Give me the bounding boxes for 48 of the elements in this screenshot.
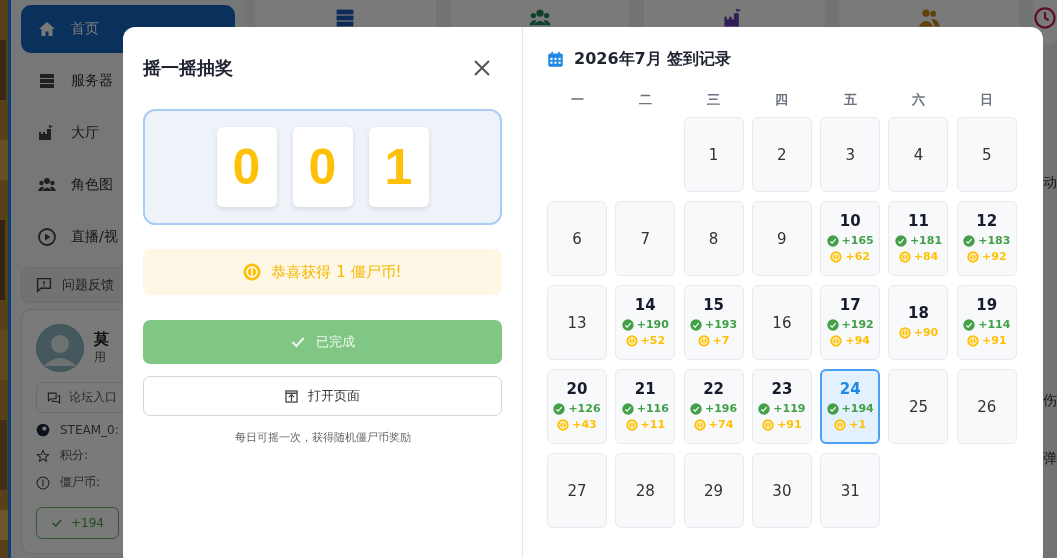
coins-reward: +52: [625, 333, 666, 349]
checkin-badge: +194: [36, 507, 119, 539]
points-label: 积分:: [60, 447, 89, 464]
coins-reward: +91: [762, 417, 802, 433]
points-reward: +190: [621, 317, 669, 333]
weekday-label: 二: [637, 91, 653, 108]
coins-label: 僵尸币:: [60, 474, 101, 491]
text-fragment: 弹: [1043, 450, 1057, 468]
coins-reward: +91: [967, 333, 1007, 349]
calendar-title: 2026年7月 签到记录: [574, 48, 732, 70]
coins-reward: +1: [834, 417, 867, 433]
points-reward: +183: [963, 233, 1011, 249]
weekday-label: 日: [979, 91, 995, 108]
hint-text: 每日可摇一次，获得随机僵尸币奖励: [233, 430, 412, 445]
points-reward: +196: [690, 401, 738, 417]
user-role: 用: [94, 349, 107, 366]
coins-reward: +43: [557, 417, 597, 433]
slot-digit: 0: [292, 127, 353, 207]
weekday-label: 六: [911, 91, 926, 108]
coins-reward: +84: [898, 249, 939, 265]
coins-reward: +74: [693, 417, 734, 433]
text-fragment: 伤: [1043, 392, 1057, 410]
weekday-label: 五: [842, 91, 858, 108]
coins-reward: +11: [625, 417, 666, 433]
points-reward: +193: [690, 317, 738, 333]
coins-reward: +7: [697, 333, 730, 349]
weekday-label: 四: [774, 91, 790, 108]
points-reward: +194: [826, 401, 874, 417]
points-reward: +165: [826, 233, 874, 249]
weekday-label: 三: [706, 91, 722, 108]
coins-reward: +94: [830, 333, 870, 349]
weekday-label: 一: [569, 91, 585, 108]
coins-reward: +90: [898, 325, 939, 341]
points-reward: +116: [621, 401, 669, 417]
points-reward: +119: [758, 401, 806, 417]
text-fragment: 动: [1043, 174, 1057, 192]
slot-digit: 1: [368, 127, 429, 207]
coins-reward: +92: [967, 249, 1007, 265]
points-reward: +114: [963, 317, 1011, 333]
points-reward: +192: [826, 317, 874, 333]
slot-digit: 0: [216, 127, 277, 207]
user-name: 莫: [94, 330, 109, 349]
steam-id: STEAM_0:: [60, 423, 119, 437]
points-reward: +181: [894, 233, 943, 249]
coins-reward: +62: [830, 249, 870, 265]
dialog-title: 摇一摇抽奖: [143, 56, 233, 80]
points-reward: +126: [553, 401, 601, 417]
result-text: 恭喜获得 1 僵尸币!: [271, 262, 402, 282]
